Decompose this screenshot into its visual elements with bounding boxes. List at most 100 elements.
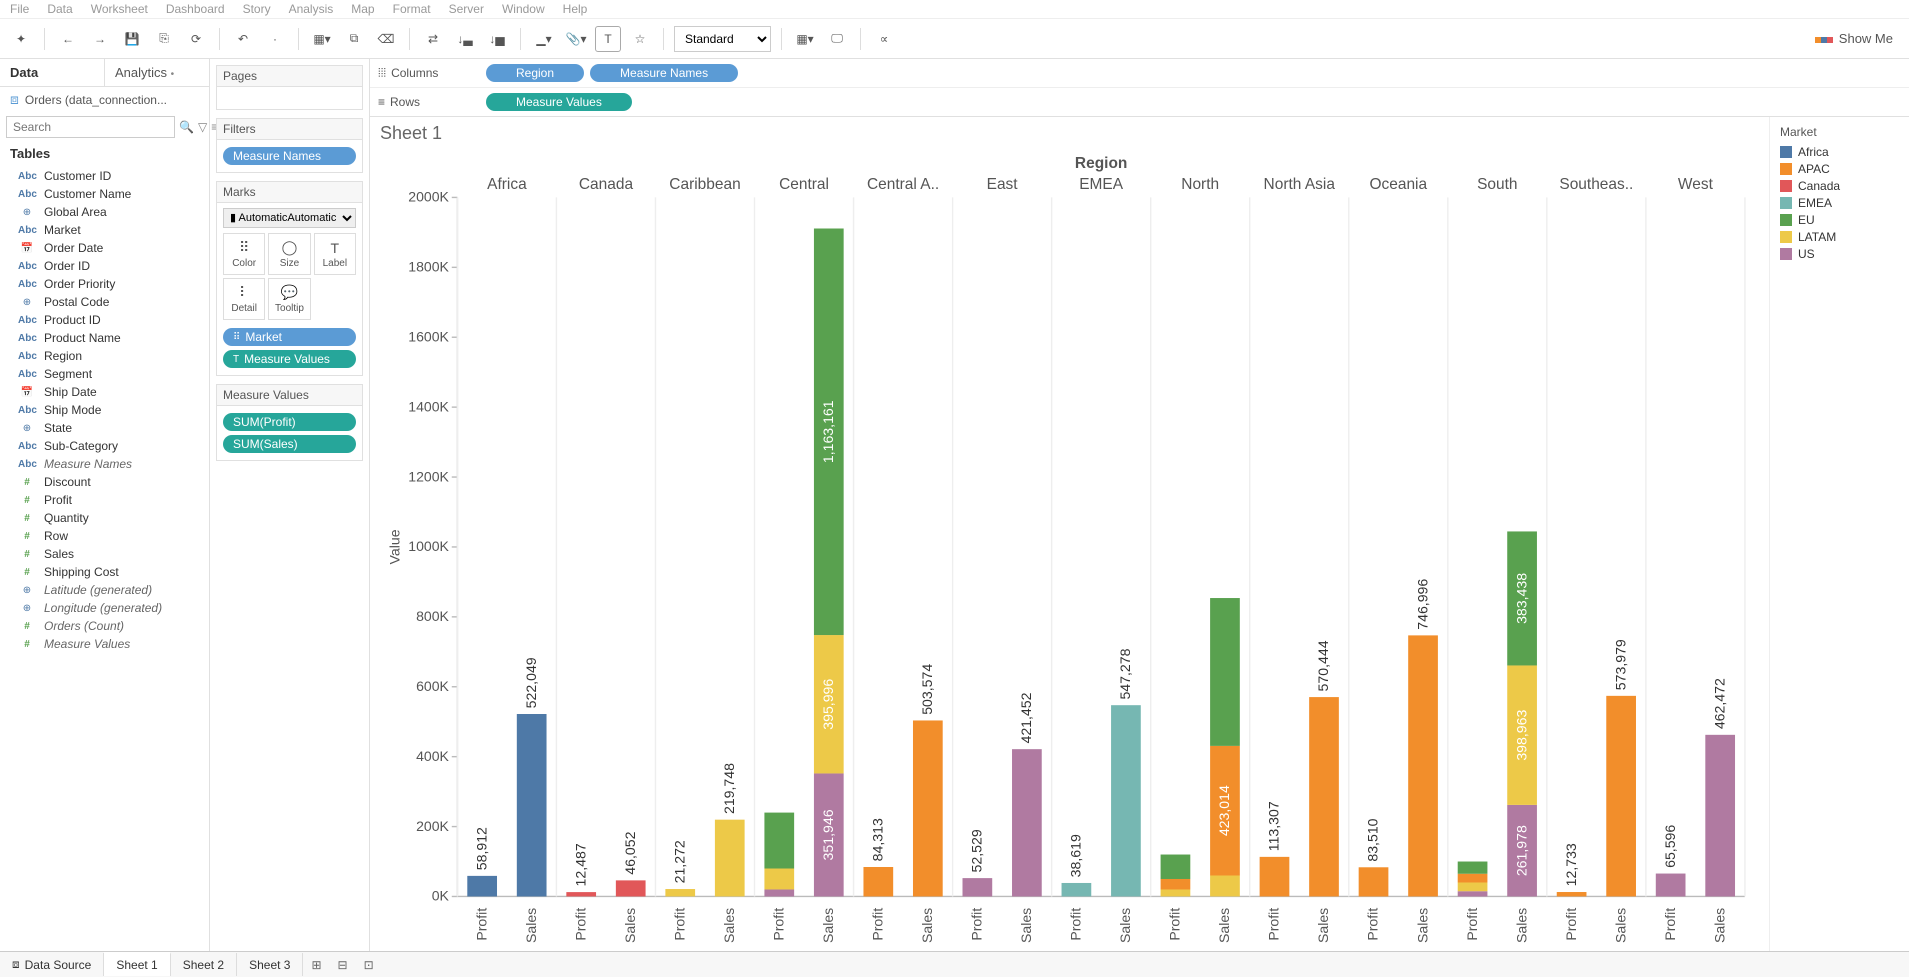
rows-shelf[interactable]: ≡Rows Measure Values <box>370 88 1909 116</box>
fit-dropdown[interactable]: Standard <box>674 26 771 52</box>
field-market[interactable]: AbcMarket <box>0 221 209 239</box>
legend-item-us[interactable]: US <box>1780 247 1899 261</box>
svg-text:261,978: 261,978 <box>1513 825 1529 876</box>
field-shipping-cost[interactable]: #Shipping Cost <box>0 563 209 581</box>
new-sheet-icon[interactable]: ⊞ <box>303 954 329 976</box>
field-segment[interactable]: AbcSegment <box>0 365 209 383</box>
legend-item-emea[interactable]: EMEA <box>1780 196 1899 210</box>
datasource-row[interactable]: ⧈ Orders (data_connection... <box>0 87 209 112</box>
marks-pill-market[interactable]: ⠿Market <box>223 328 356 346</box>
menu-data[interactable]: Data <box>47 2 72 16</box>
field-ship-mode[interactable]: AbcShip Mode <box>0 401 209 419</box>
sheet-tab-2[interactable]: Sheet 2 <box>171 953 237 976</box>
field-sub-category[interactable]: AbcSub-Category <box>0 437 209 455</box>
sheet-tab-3[interactable]: Sheet 3 <box>237 953 303 976</box>
field-sales[interactable]: #Sales <box>0 545 209 563</box>
field-ship-date[interactable]: 📅Ship Date <box>0 383 209 401</box>
new-worksheet-icon[interactable]: ▦▾ <box>309 26 335 52</box>
device-icon[interactable]: 🖵 <box>824 26 850 52</box>
field-customer-id[interactable]: AbcCustomer ID <box>0 167 209 185</box>
field-order-date[interactable]: 📅Order Date <box>0 239 209 257</box>
col-pill-measure-names[interactable]: Measure Names <box>590 64 738 82</box>
filter-pill-measure-names[interactable]: Measure Names <box>223 147 356 165</box>
mark-label-button[interactable]: TLabel <box>314 233 356 275</box>
share-icon[interactable]: ∝ <box>871 26 897 52</box>
field-product-name[interactable]: AbcProduct Name <box>0 329 209 347</box>
field-order-id[interactable]: AbcOrder ID <box>0 257 209 275</box>
menu-file[interactable]: File <box>10 2 29 16</box>
refresh-icon[interactable]: ⟳ <box>183 26 209 52</box>
field-region[interactable]: AbcRegion <box>0 347 209 365</box>
menu-dashboard[interactable]: Dashboard <box>166 2 225 16</box>
sort-asc-icon[interactable]: ↓▃ <box>452 26 478 52</box>
back-icon[interactable]: ← <box>55 26 81 52</box>
field-quantity[interactable]: #Quantity <box>0 509 209 527</box>
field-measure-names[interactable]: AbcMeasure Names <box>0 455 209 473</box>
clear-icon[interactable]: ⌫ <box>373 26 399 52</box>
menu-map[interactable]: Map <box>351 2 374 16</box>
menu-help[interactable]: Help <box>563 2 588 16</box>
menu-format[interactable]: Format <box>393 2 431 16</box>
mv-pill-sum-profit-[interactable]: SUM(Profit) <box>223 413 356 431</box>
show-me-button[interactable]: Show Me <box>1807 31 1901 46</box>
field-state[interactable]: ⊕State <box>0 419 209 437</box>
columns-label: Columns <box>391 66 438 80</box>
field-longitude-generated-[interactable]: ⊕Longitude (generated) <box>0 599 209 617</box>
legend-item-africa[interactable]: Africa <box>1780 145 1899 159</box>
menu-server[interactable]: Server <box>449 2 484 16</box>
legend-item-apac[interactable]: APAC <box>1780 162 1899 176</box>
undo-icon[interactable]: ↶ <box>230 26 256 52</box>
tab-analytics[interactable]: Analytics • <box>104 59 209 86</box>
tab-data[interactable]: Data <box>0 59 104 86</box>
tab-datasource[interactable]: ⧈Data Source <box>0 953 104 976</box>
label-icon[interactable]: T <box>595 26 621 52</box>
swap-icon[interactable]: ⇄ <box>420 26 446 52</box>
field-order-priority[interactable]: AbcOrder Priority <box>0 275 209 293</box>
search-input[interactable] <box>6 116 175 138</box>
col-pill-region[interactable]: Region <box>486 64 584 82</box>
sort-desc-icon[interactable]: ↓▅ <box>484 26 510 52</box>
mv-pill-sum-sales-[interactable]: SUM(Sales) <box>223 435 356 453</box>
new-datasource-icon[interactable]: ⎘ <box>151 26 177 52</box>
marks-type-dropdown[interactable]: ▮ AutomaticAutomatic <box>223 208 356 228</box>
group-icon[interactable]: 📎▾ <box>563 26 589 52</box>
field-customer-name[interactable]: AbcCustomer Name <box>0 185 209 203</box>
sheet-tab-1[interactable]: Sheet 1 <box>104 952 170 976</box>
columns-shelf[interactable]: ⦙⦙⦙Columns RegionMeasure Names <box>370 59 1909 88</box>
presentation-icon[interactable]: ▦▾ <box>792 26 818 52</box>
legend-item-eu[interactable]: EU <box>1780 213 1899 227</box>
mark-color-button[interactable]: ⠿Color <box>223 233 265 275</box>
redo-icon[interactable]: · <box>262 26 288 52</box>
field-row[interactable]: #Row <box>0 527 209 545</box>
menu-worksheet[interactable]: Worksheet <box>91 2 148 16</box>
mark-detail-button[interactable]: ⠇Detail <box>223 278 265 320</box>
field-global-area[interactable]: ⊕Global Area <box>0 203 209 221</box>
row-pill-measure-values[interactable]: Measure Values <box>486 93 632 111</box>
menu-analysis[interactable]: Analysis <box>289 2 334 16</box>
mark-size-button[interactable]: ◯Size <box>268 233 310 275</box>
field-measure-values[interactable]: #Measure Values <box>0 635 209 653</box>
field-profit[interactable]: #Profit <box>0 491 209 509</box>
pin-icon[interactable]: ☆ <box>627 26 653 52</box>
new-story-icon[interactable]: ⊡ <box>356 954 382 976</box>
field-postal-code[interactable]: ⊕Postal Code <box>0 293 209 311</box>
new-dashboard-icon[interactable]: ⊟ <box>330 954 356 976</box>
save-icon[interactable]: 💾 <box>119 26 145 52</box>
highlight-icon[interactable]: ▁▾ <box>531 26 557 52</box>
field-orders-count-[interactable]: #Orders (Count) <box>0 617 209 635</box>
field-discount[interactable]: #Discount <box>0 473 209 491</box>
field-latitude-generated-[interactable]: ⊕Latitude (generated) <box>0 581 209 599</box>
legend-item-latam[interactable]: LATAM <box>1780 230 1899 244</box>
marks-pill-measure-values[interactable]: TMeasure Values <box>223 350 356 368</box>
svg-text:503,574: 503,574 <box>919 664 935 715</box>
menu-window[interactable]: Window <box>502 2 545 16</box>
field-product-id[interactable]: AbcProduct ID <box>0 311 209 329</box>
forward-icon[interactable]: → <box>87 26 113 52</box>
filter-icon[interactable]: ▽ <box>198 120 207 134</box>
legend-item-canada[interactable]: Canada <box>1780 179 1899 193</box>
menu-story[interactable]: Story <box>243 2 271 16</box>
duplicate-icon[interactable]: ⧉ <box>341 26 367 52</box>
tableau-logo-icon[interactable]: ✦ <box>8 26 34 52</box>
mark-tooltip-button[interactable]: 💬Tooltip <box>268 278 310 320</box>
search-icon[interactable]: 🔍 <box>179 120 194 134</box>
